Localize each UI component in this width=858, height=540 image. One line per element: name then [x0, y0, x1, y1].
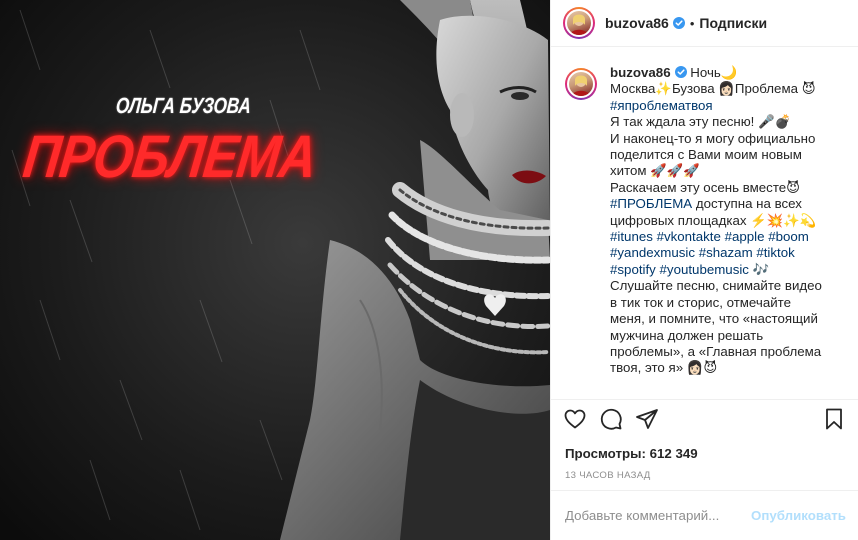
- caption-line: Слушайте песню, снимайте видео: [610, 278, 822, 294]
- publish-button[interactable]: Опубликовать: [751, 508, 846, 523]
- caption-area: buzova86 Ночь🌙 Москва✨Бузова 👩🏻Проблема …: [551, 47, 858, 399]
- caption-text-run: 🎶: [748, 261, 770, 277]
- caption-text: buzova86 Ночь🌙 Москва✨Бузова 👩🏻Проблема …: [610, 65, 846, 399]
- caption-line: Москва✨Бузова 👩🏻Проблема 😈: [610, 81, 816, 97]
- hashtag-link[interactable]: #spotify #youtubemusic: [610, 262, 749, 277]
- caption-line: в тик ток и сторис, отмечайте: [610, 294, 791, 310]
- hashtag-links[interactable]: #itunes #vkontakte #apple #boom: [610, 229, 846, 245]
- caption-line: мужчина должен решать: [610, 327, 764, 343]
- following-button[interactable]: Подписки: [699, 15, 767, 31]
- post-header: buzova86 • Подписки: [551, 0, 858, 47]
- comment-bar: Опубликовать: [551, 490, 858, 540]
- caption-avatar[interactable]: [565, 68, 597, 100]
- artist-name-overlay: ОЛЬГА БУЗОВА: [114, 93, 253, 118]
- avatar[interactable]: [563, 7, 595, 39]
- caption-line: И наконец-то я могу официально: [610, 130, 816, 146]
- caption-line-hashtag-problema: #ПРОБЛЕМА доступна на всех: [610, 196, 846, 212]
- caption-line: Я так ждала эту песню! 🎤💣: [610, 114, 792, 130]
- post-media[interactable]: ОЛЬГА БУЗОВА ПРОБЛЕМА: [0, 0, 550, 540]
- comment-input[interactable]: [565, 508, 752, 523]
- view-count[interactable]: Просмотры: 612 349: [551, 437, 858, 462]
- caption-line: меня, и помните, что «настоящий: [610, 311, 818, 327]
- caption-first-line: buzova86 Ночь🌙: [610, 65, 846, 81]
- caption-line: проблемы», а «Главная проблема: [610, 343, 822, 359]
- caption-line: твоя, это я» 👩🏻😈: [610, 360, 718, 376]
- post-side-panel: buzova86 • Подписки buzova86 Ночь🌙 Москв…: [550, 0, 858, 540]
- caption-line: Раскачаем эту осень вместе😈: [610, 179, 801, 195]
- header-separator: •: [689, 15, 695, 31]
- verified-badge-icon: [674, 66, 687, 78]
- header-username[interactable]: buzova86: [605, 15, 669, 31]
- avatar-photo: [565, 9, 593, 37]
- hashtag-links[interactable]: #yandexmusic #shazam #tiktok: [610, 245, 846, 261]
- instagram-post: ОЛЬГА БУЗОВА ПРОБЛЕМА buzova86 • Подписк…: [0, 0, 858, 540]
- caption-line: цифровых площадках ⚡️💥✨💫: [610, 212, 817, 228]
- hashtag-links-music[interactable]: #spotify #youtubemusic 🎶: [610, 262, 846, 278]
- heart-icon[interactable]: [563, 407, 587, 431]
- comment-icon[interactable]: [599, 407, 623, 431]
- caption-username[interactable]: buzova86: [610, 65, 671, 80]
- caption-text-run: доступна на всех: [692, 196, 802, 212]
- post-actions: [551, 399, 858, 437]
- verified-badge-icon: [672, 17, 685, 29]
- hashtag-link[interactable]: #ПРОБЛЕМА: [610, 196, 692, 211]
- post-timestamp[interactable]: 13 часов назад: [551, 462, 858, 490]
- share-icon[interactable]: [635, 407, 659, 431]
- post-photo: [0, 0, 550, 540]
- caption-line: Ночь🌙: [686, 65, 738, 80]
- avatar-photo: [567, 70, 595, 98]
- caption-line: хитом 🚀🚀🚀: [610, 163, 700, 179]
- song-title-overlay: ПРОБЛЕМА: [19, 123, 320, 190]
- hashtag-link[interactable]: #япроблематвоя: [610, 98, 846, 114]
- bookmark-icon[interactable]: [822, 407, 846, 431]
- caption-line: поделится с Вами моим новым: [610, 147, 802, 163]
